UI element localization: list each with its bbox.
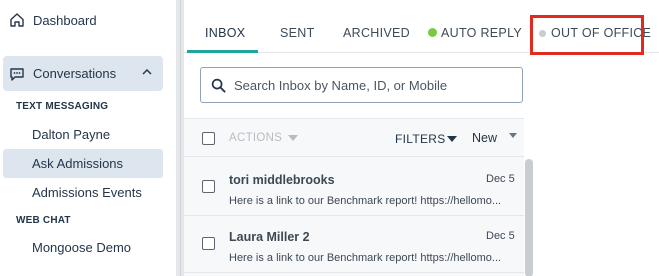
- tab-auto-reply-label: AUTO REPLY: [441, 26, 523, 40]
- inbox-panel: INBOX SENT ARCHIVED AUTO REPLY OUT OF OF…: [184, 0, 659, 276]
- section-heading-text-messaging: TEXT MESSAGING: [16, 101, 109, 112]
- message-preview: Here is a link to our Benchmark report! …: [229, 252, 502, 264]
- select-all-checkbox[interactable]: [202, 132, 215, 145]
- sidebar-item-mongoose-demo[interactable]: Mongoose Demo: [3, 233, 163, 262]
- contact-name: tori middlebrooks: [229, 173, 335, 187]
- row-checkbox[interactable]: [202, 237, 215, 250]
- actions-caret-icon: [288, 135, 298, 141]
- conversation-row[interactable]: tori middlebrooks Dec 5 Here is a link t…: [184, 159, 524, 216]
- sidebar: Dashboard Conversations TEXT MESSAGING D…: [0, 0, 176, 276]
- tab-inbox[interactable]: INBOX: [205, 26, 245, 40]
- nav-conversations-label: Conversations: [33, 66, 117, 81]
- filters-dropdown[interactable]: FILTERS: [395, 132, 446, 146]
- list-scrollbar[interactable]: [525, 159, 533, 276]
- chevron-up-icon[interactable]: [141, 66, 153, 78]
- list-toolbar: ACTIONS FILTERS New: [184, 119, 524, 157]
- actions-dropdown[interactable]: ACTIONS: [229, 132, 282, 144]
- nav-dashboard-label: Dashboard: [33, 12, 97, 28]
- tab-archived[interactable]: ARCHIVED: [343, 26, 410, 40]
- section-heading-web-chat: WEB CHAT: [16, 215, 71, 226]
- sort-caret-icon: [509, 133, 517, 138]
- chat-icon: [10, 67, 24, 81]
- nav-dashboard[interactable]: Dashboard: [9, 12, 97, 28]
- search-input[interactable]: [234, 77, 514, 93]
- home-icon: [10, 13, 24, 27]
- contact-name: Laura Miller 2: [229, 230, 310, 244]
- status-dot-green-icon: [428, 28, 437, 37]
- tab-auto-reply[interactable]: AUTO REPLY: [428, 26, 522, 40]
- message-preview: Here is a link to our Benchmark report! …: [229, 195, 502, 207]
- sidebar-item-dalton-payne[interactable]: Dalton Payne: [3, 120, 163, 149]
- row-checkbox[interactable]: [202, 180, 215, 193]
- message-date: Dec 5: [486, 173, 515, 185]
- message-date: Dec 5: [486, 230, 515, 242]
- search-box: [200, 67, 523, 103]
- nav-conversations[interactable]: Conversations: [3, 56, 163, 91]
- divider-line: [180, 0, 181, 276]
- tab-sent[interactable]: SENT: [280, 26, 315, 40]
- sidebar-item-admissions-events[interactable]: Admissions Events: [3, 178, 163, 207]
- conversation-row[interactable]: Laura Miller 2 Dec 5 Here is a link to o…: [184, 216, 524, 273]
- search-icon: [211, 78, 226, 93]
- highlight-annotation: [530, 15, 644, 55]
- active-tab-underline: [187, 50, 258, 53]
- sidebar-item-ask-admissions[interactable]: Ask Admissions: [3, 149, 163, 178]
- filters-caret-icon: [447, 136, 457, 142]
- conversation-list: ACTIONS FILTERS New tori middlebrooks De…: [184, 118, 533, 276]
- sort-select[interactable]: New: [472, 131, 497, 145]
